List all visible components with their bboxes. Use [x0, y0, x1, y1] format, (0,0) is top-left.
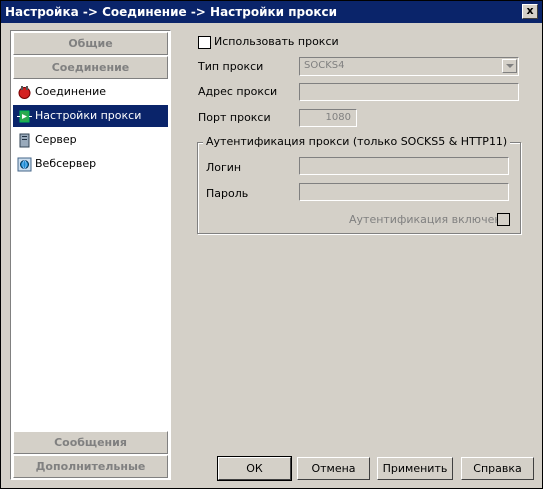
proxy-port-input[interactable]: 1080: [299, 109, 357, 127]
globe-icon: [17, 157, 32, 172]
apply-button[interactable]: Применить: [377, 457, 453, 480]
sidebar-item-webserver[interactable]: Вебсервер: [13, 153, 168, 175]
use-proxy-label[interactable]: Использовать прокси: [214, 35, 339, 48]
group-general[interactable]: Общие: [13, 32, 168, 55]
login-label: Логин: [206, 161, 242, 174]
settings-window: Настройка -> Соединение -> Настройки про…: [0, 0, 543, 489]
sidebar-item-label: Настройки прокси: [35, 109, 142, 122]
sidebar-item-label: Соединение: [35, 85, 107, 98]
group-connection[interactable]: Соединение: [13, 56, 168, 79]
server-icon: [17, 133, 32, 148]
sidebar-item-connection[interactable]: Соединение: [13, 81, 168, 103]
proxy-type-label: Тип прокси: [198, 60, 264, 73]
sidebar-item-label: Сервер: [35, 133, 77, 146]
close-button[interactable]: x: [522, 4, 538, 19]
sidebar-item-server[interactable]: Сервер: [13, 129, 168, 151]
password-label: Пароль: [206, 187, 249, 200]
password-input[interactable]: [299, 183, 509, 201]
proxy-icon: [17, 109, 32, 124]
group-messages[interactable]: Сообщения: [13, 431, 168, 454]
chevron-down-icon[interactable]: [502, 59, 517, 73]
sidebar-item-label: Вебсервер: [35, 157, 97, 170]
cancel-button[interactable]: Отмена: [297, 457, 370, 480]
window-title: Настройка -> Соединение -> Настройки про…: [5, 5, 338, 19]
proxy-auth-group-title: Аутентификация прокси (только SOCKS5 & H…: [203, 135, 511, 148]
proxy-port-value: 1080: [325, 112, 351, 123]
auth-enabled-label[interactable]: Аутентификация включена: [349, 213, 508, 226]
help-button[interactable]: Справка: [461, 457, 534, 480]
proxy-type-value: SOCKS4: [304, 60, 345, 71]
proxy-address-input[interactable]: [299, 83, 519, 101]
close-icon: x: [526, 4, 534, 17]
proxy-address-label: Адрес прокси: [198, 85, 278, 98]
login-input[interactable]: [299, 157, 509, 175]
title-bar[interactable]: Настройка -> Соединение -> Настройки про…: [1, 1, 542, 23]
auth-enabled-checkbox[interactable]: [497, 213, 510, 226]
proxy-type-select[interactable]: SOCKS4: [299, 57, 519, 76]
group-advanced[interactable]: Дополнительные: [13, 455, 168, 478]
sidebar-item-proxy[interactable]: Настройки прокси: [13, 105, 168, 127]
settings-navigation: Общие Соединение Соединение Настройки пр…: [10, 30, 171, 480]
proxy-port-label: Порт прокси: [198, 111, 271, 124]
ok-button[interactable]: ОК: [217, 456, 292, 481]
use-proxy-checkbox[interactable]: [198, 36, 211, 49]
plug-icon: [17, 85, 32, 100]
